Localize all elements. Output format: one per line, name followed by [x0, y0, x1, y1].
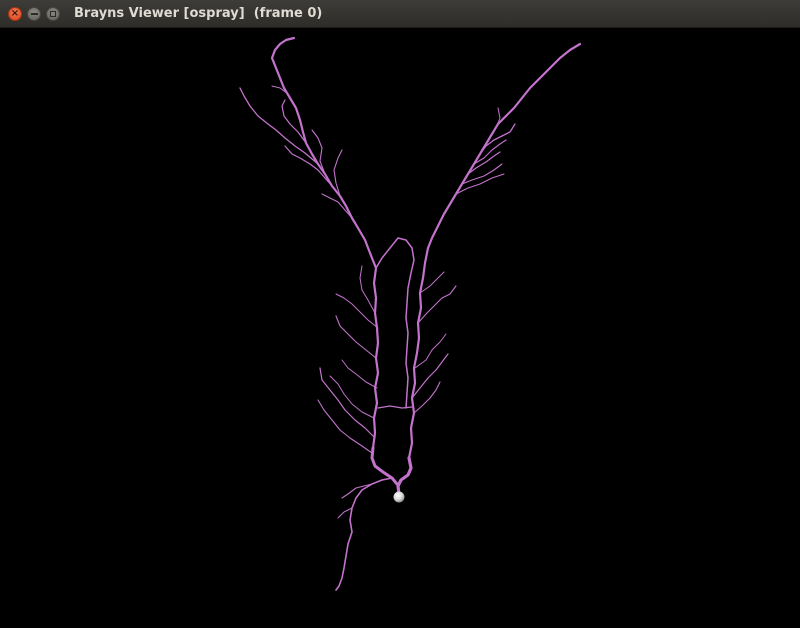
dendrite-trunk-left	[370, 446, 399, 486]
dendrite-trunk	[396, 456, 413, 496]
close-button[interactable]: ×	[8, 7, 22, 21]
render-viewport[interactable]	[0, 28, 800, 628]
dendrite-left-mid-low-branch	[335, 315, 377, 359]
dendrite-right-upper-branch2	[467, 151, 501, 175]
dendrite-basal	[335, 477, 393, 591]
neuron-render	[239, 36, 582, 591]
dendrite-left-apical	[270, 36, 380, 450]
dendrite-right-mid-branch	[417, 285, 457, 324]
dendrite-left-mid-branch	[284, 145, 333, 187]
minimize-button[interactable]	[27, 7, 41, 21]
dendrite-left-upper-branch	[239, 87, 319, 165]
dendrite-right-lower-branch2	[413, 381, 441, 414]
dendrite-central-cross	[377, 405, 413, 409]
dendrite-central-loop	[375, 237, 415, 409]
close-icon: ×	[10, 8, 20, 19]
window-title: Brayns Viewer [ospray] (frame 0)	[74, 6, 323, 21]
dendrite-right-lower-branch	[411, 353, 449, 399]
app-window: × Brayns Viewer [ospray] (frame 0)	[0, 0, 800, 628]
dendrite-left-inner-branch	[359, 265, 376, 314]
dendrite-left-mid-low-branch2	[335, 293, 379, 329]
title-bar[interactable]: × Brayns Viewer [ospray] (frame 0)	[0, 0, 800, 28]
maximize-button[interactable]	[46, 7, 60, 21]
maximize-icon	[50, 11, 56, 17]
soma	[393, 491, 405, 503]
neuron-dendrites	[239, 36, 582, 591]
dendrite-left-mid-twig3	[321, 193, 353, 219]
dendrite-right-apical	[407, 42, 582, 460]
dendrite-left-mid-low-branch3	[341, 359, 378, 389]
dendrite-right-upper-branch	[479, 123, 516, 155]
minimize-icon	[30, 13, 38, 15]
dendrite-left-lower-branch	[319, 367, 376, 439]
